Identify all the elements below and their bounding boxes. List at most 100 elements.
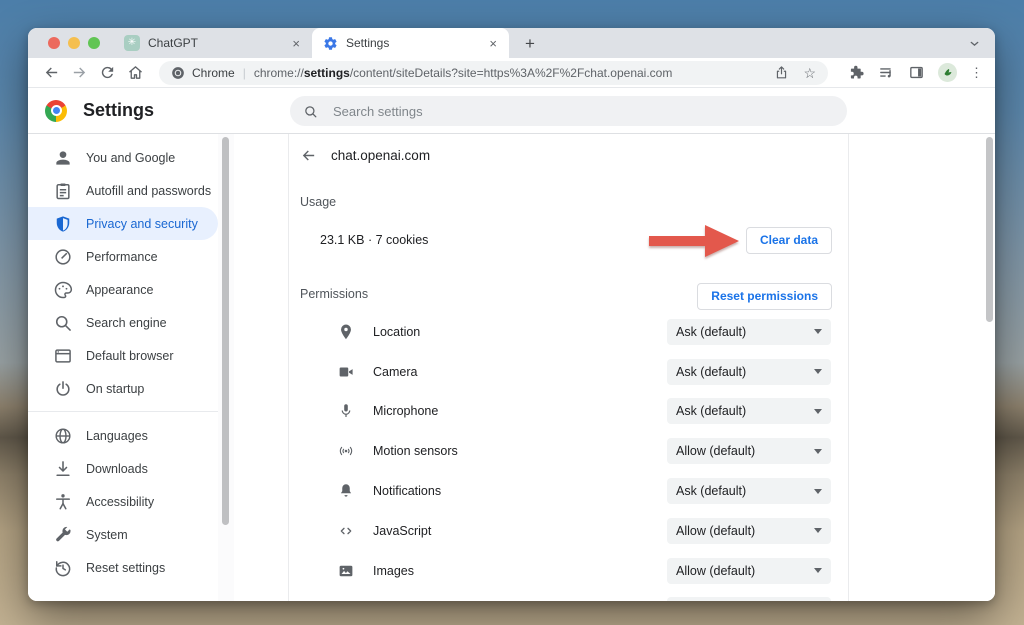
settings-sidebar: You and Google Autofill and passwords Pr…: [28, 134, 218, 601]
downloads-icon: [53, 459, 73, 479]
settings-page-header: Settings: [28, 88, 995, 134]
close-tab-icon[interactable]: ×: [290, 37, 302, 50]
browser-menu-icon[interactable]: ⋮: [970, 66, 983, 79]
back-icon[interactable]: [43, 64, 60, 81]
sidebar-item-privacy-and-security[interactable]: Privacy and security: [28, 207, 218, 240]
sidebar-scrollbar[interactable]: [218, 134, 234, 601]
close-window-button[interactable]: [48, 37, 60, 49]
sidebar-item-label: Autofill and passwords: [86, 184, 211, 198]
permission-row-notifications: Notifications Ask (default): [289, 471, 848, 511]
permission-label: JavaScript: [373, 524, 431, 538]
dropdown-caret-icon: [814, 449, 822, 454]
javascript-code-icon: [337, 522, 355, 540]
playlist-extension-icon[interactable]: [878, 64, 895, 81]
profile-avatar[interactable]: [938, 63, 957, 82]
permission-label: Camera: [373, 365, 417, 379]
permission-value: Ask (default): [676, 365, 746, 379]
reload-icon[interactable]: [99, 64, 116, 81]
motion-sensors-icon: [337, 442, 355, 460]
tab-settings[interactable]: Settings ×: [312, 28, 509, 58]
permission-dropdown[interactable]: Allow (default): [667, 558, 831, 584]
settings-content-area: chat.openai.com Usage 23.1 KB · 7 cookie…: [234, 134, 995, 601]
address-bar[interactable]: Chrome | chrome://settings/content/siteD…: [159, 61, 828, 85]
sidebar-scrollbar-thumb[interactable]: [222, 137, 229, 525]
close-tab-icon[interactable]: ×: [487, 37, 499, 50]
images-icon: [337, 562, 355, 580]
page-scrollbar-thumb[interactable]: [986, 137, 993, 322]
new-tab-icon[interactable]: +: [525, 35, 535, 52]
accessibility-icon: [53, 492, 73, 512]
sidebar-item-label: Accessibility: [86, 495, 154, 509]
search-engine-icon: [53, 313, 73, 333]
permission-dropdown[interactable]: Allow (default): [667, 438, 831, 464]
extensions-puzzle-icon[interactable]: [848, 64, 865, 81]
permission-dropdown[interactable]: Ask (default): [667, 319, 831, 345]
site-chip-label: Chrome: [192, 66, 235, 80]
site-header: chat.openai.com: [300, 147, 430, 164]
permission-dropdown[interactable]: Ask (default): [667, 398, 831, 424]
system-wrench-icon: [53, 525, 73, 545]
privacy-shield-icon: [53, 214, 73, 234]
browser-window: ✳ ChatGPT × Settings × +: [28, 28, 995, 601]
sidebar-item-accessibility[interactable]: Accessibility: [28, 485, 218, 518]
permission-dropdown[interactable]: Ask (default): [667, 478, 831, 504]
side-panel-icon[interactable]: [908, 64, 925, 81]
search-input[interactable]: [331, 103, 834, 120]
microphone-icon: [337, 402, 355, 420]
annotation-arrow: [649, 223, 741, 259]
search-icon: [303, 104, 318, 119]
permission-value: Ask (default): [676, 404, 746, 418]
bookmark-star-icon[interactable]: ☆: [803, 66, 816, 80]
settings-search[interactable]: [290, 96, 847, 126]
sidebar-item-performance[interactable]: Performance: [28, 240, 218, 273]
tab-strip: ✳ ChatGPT × Settings × +: [28, 28, 995, 58]
permission-row-location: Location Ask (default): [289, 312, 848, 352]
sidebar-item-languages[interactable]: Languages: [28, 419, 218, 452]
permissions-list: Location Ask (default) Camera Ask (defau…: [289, 312, 848, 591]
sidebar-item-reset-settings[interactable]: Reset settings: [28, 551, 218, 584]
share-icon[interactable]: [774, 65, 789, 80]
permission-value: Allow (default): [676, 524, 755, 538]
permission-dropdown[interactable]: Ask (default): [667, 359, 831, 385]
sidebar-item-appearance[interactable]: Appearance: [28, 273, 218, 306]
notifications-bell-icon: [337, 482, 355, 500]
window-controls: [28, 37, 114, 49]
omnibox-actions: ☆: [774, 65, 816, 80]
back-arrow-icon[interactable]: [300, 147, 317, 164]
sidebar-item-search-engine[interactable]: Search engine: [28, 306, 218, 339]
default-browser-icon: [53, 346, 73, 366]
sidebar-item-you-and-google[interactable]: You and Google: [28, 141, 218, 174]
permission-value: Ask (default): [676, 484, 746, 498]
settings-body: You and Google Autofill and passwords Pr…: [28, 134, 995, 601]
sidebar-item-default-browser[interactable]: Default browser: [28, 339, 218, 372]
home-icon[interactable]: [127, 64, 144, 81]
tab-title: Settings: [346, 36, 487, 50]
on-startup-power-icon: [53, 379, 73, 399]
sidebar-item-on-startup[interactable]: On startup: [28, 372, 218, 405]
sidebar-item-label: System: [86, 528, 128, 542]
tab-chatgpt[interactable]: ✳ ChatGPT ×: [114, 28, 312, 58]
reset-settings-history-icon: [53, 558, 73, 578]
sidebar-item-downloads[interactable]: Downloads: [28, 452, 218, 485]
permission-value: Allow (default): [676, 564, 755, 578]
reset-permissions-button[interactable]: Reset permissions: [697, 283, 832, 310]
appearance-palette-icon: [53, 280, 73, 300]
zoom-window-button[interactable]: [88, 37, 100, 49]
sidebar-item-system[interactable]: System: [28, 518, 218, 551]
page-title: Settings: [83, 100, 154, 121]
forward-icon[interactable]: [71, 64, 88, 81]
tab-search-chevron-icon[interactable]: [968, 37, 981, 50]
usage-section-label: Usage: [300, 195, 336, 209]
permission-row-images: Images Allow (default): [289, 551, 848, 591]
tab-title: ChatGPT: [148, 36, 290, 50]
sidebar-item-autofill[interactable]: Autofill and passwords: [28, 174, 218, 207]
location-pin-icon: [337, 323, 355, 341]
sidebar-item-label: Reset settings: [86, 561, 165, 575]
permission-dropdown[interactable]: Allow (default): [667, 518, 831, 544]
dropdown-caret-icon: [814, 528, 822, 533]
dropdown-caret-icon: [814, 369, 822, 374]
sidebar-item-label: Search engine: [86, 316, 167, 330]
url-divider: |: [243, 66, 246, 80]
minimize-window-button[interactable]: [68, 37, 80, 49]
clear-data-button[interactable]: Clear data: [746, 227, 832, 254]
